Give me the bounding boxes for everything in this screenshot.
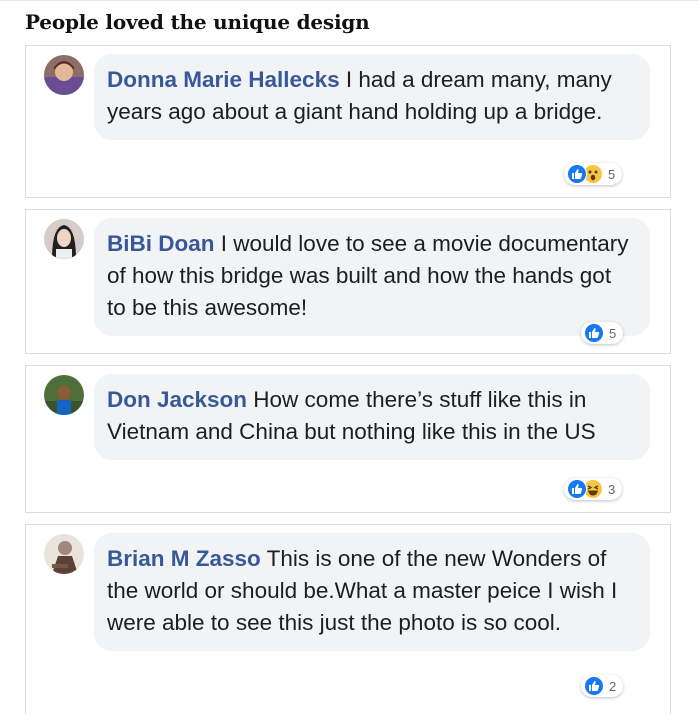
comment-card: Brian M Zasso This is one of the new Won…	[25, 524, 671, 714]
comment-author-link[interactable]: Don Jackson	[107, 387, 247, 412]
comment-bubble: BiBi Doan I would love to see a movie do…	[94, 218, 650, 336]
avatar[interactable]	[44, 534, 84, 574]
reaction-summary[interactable]: 5	[564, 163, 623, 185]
reaction-summary[interactable]: 3	[564, 478, 623, 500]
avatar[interactable]	[44, 375, 84, 415]
reaction-summary[interactable]: 2	[581, 675, 624, 697]
avatar[interactable]	[44, 55, 84, 95]
comment-author-link[interactable]: Brian M Zasso	[107, 546, 261, 571]
reaction-count: 3	[608, 481, 616, 497]
comment-author-link[interactable]: Donna Marie Hallecks	[107, 67, 340, 92]
section-heading: People loved the unique design	[25, 10, 370, 34]
comment-bubble: Brian M Zasso This is one of the new Won…	[94, 533, 650, 651]
comment-card: Don Jackson How come there’s stuff like …	[25, 365, 671, 513]
like-icon	[584, 323, 604, 343]
like-icon	[584, 676, 604, 696]
reaction-count: 5	[609, 325, 617, 341]
comment-card: Donna Marie Hallecks I had a dream many,…	[25, 45, 671, 198]
like-icon	[567, 164, 587, 184]
comment-bubble: Donna Marie Hallecks I had a dream many,…	[94, 54, 650, 140]
reaction-count: 2	[609, 678, 617, 694]
comment-bubble: Don Jackson How come there’s stuff like …	[94, 374, 650, 460]
comment-author-link[interactable]: BiBi Doan	[107, 231, 215, 256]
reaction-count: 5	[608, 166, 616, 182]
top-divider	[0, 0, 699, 1]
avatar[interactable]	[44, 219, 84, 259]
like-icon	[567, 479, 587, 499]
comment-card: BiBi Doan I would love to see a movie do…	[25, 209, 671, 354]
reaction-summary[interactable]: 5	[581, 322, 624, 344]
